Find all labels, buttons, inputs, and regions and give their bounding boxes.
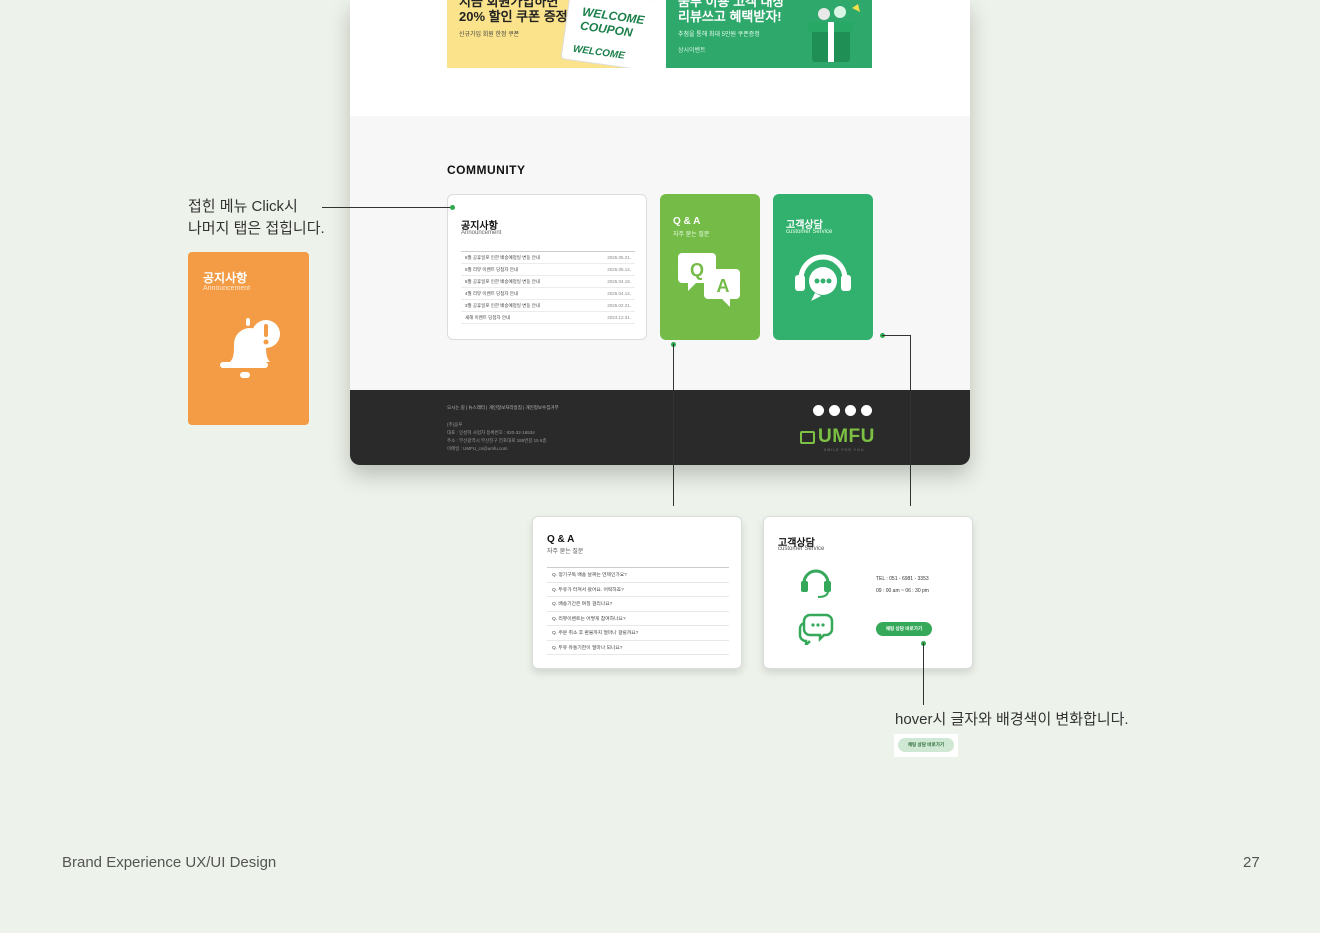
cs-subtitle: customer Service <box>786 229 833 235</box>
cs-card-expanded[interactable]: 고객상담 customer Service TEL : 051 - 6981 -… <box>763 516 973 669</box>
page-number: 27 <box>1243 854 1260 871</box>
gift-box-icon <box>808 4 860 62</box>
list-item[interactable]: 5월 공휴일로 인한 배송예정일 변동 안내 2025.04.18. <box>461 276 635 288</box>
annotation-line <box>910 335 911 506</box>
youtube-icon[interactable] <box>861 405 872 416</box>
annotation-line <box>673 344 674 506</box>
document-footer-title: Brand Experience UX/UI Design <box>62 854 277 871</box>
qa-title: Q & A <box>547 534 575 545</box>
footer-nav[interactable]: 오시는 길 | 뉴스레터 | 개인정보처리방침 | 개인정보수집거부 <box>447 405 559 411</box>
site-footer: 오시는 길 | 뉴스레터 | 개인정보처리방침 | 개인정보수집거부 (주)움푸… <box>350 390 970 465</box>
cs-subtitle: customer Service <box>778 546 825 552</box>
annotation-dot <box>450 205 455 210</box>
chat-consult-button-hover[interactable]: 채팅 상담 바로가기 <box>898 738 954 752</box>
list-item[interactable]: 4월 리뷰 이벤트 당첨자 안내 2025.04.12. <box>461 288 635 300</box>
facebook-icon[interactable] <box>829 405 840 416</box>
annotation-line <box>923 643 924 705</box>
instagram-icon[interactable] <box>813 405 824 416</box>
notice-card-expanded[interactable]: 공지사항 Announcement <box>188 252 309 425</box>
sns-links <box>813 405 872 416</box>
website-mockup: 지금 회원가입하면 20% 할인 쿠폰 증정 신규가입 회원 한정 쿠폰 WEL… <box>350 0 970 465</box>
list-item[interactable]: Q. 두유가 터져서 왔어요. 어떡하죠? <box>547 583 729 597</box>
annotation-line <box>882 335 910 336</box>
list-item[interactable]: Q. 정기구독 배송 날짜는 언제인가요? <box>547 568 729 583</box>
notice-list: 6월 공휴일로 인한 배송예정일 변동 안내 2025.05.21. 5월 리뷰 … <box>461 251 635 324</box>
banner-headline: 지금 회원가입하면 20% 할인 쿠폰 증정 <box>459 0 568 24</box>
banner-caption-2: 상시이벤트 <box>678 48 706 54</box>
qa-title: Q & A <box>673 216 701 227</box>
hover-annotation: hover시 글자와 배경색이 변화합니다. <box>895 711 1129 728</box>
qa-subtitle: 자주 묻는 질문 <box>547 549 584 555</box>
bell-alert-icon <box>220 318 280 378</box>
umfu-logo[interactable]: UMFU SMILE FOR YOU <box>800 426 875 452</box>
banner-caption: 추첨을 통해 최대 5만원 쿠폰증정 <box>678 32 760 38</box>
list-item[interactable]: 6월 공휴일로 인한 배송예정일 변동 안내 2025.05.21. <box>461 252 635 264</box>
notice-title: 공지사항 <box>203 271 248 285</box>
click-annotation: 접힌 메뉴 Click시 나머지 탭은 접힙니다. <box>188 198 325 237</box>
qa-bubbles-icon: Q A <box>678 253 740 307</box>
logo-mark-icon <box>800 430 815 444</box>
banner-headline: 움푸 이용 고객 대상 리뷰쓰고 혜택받자! <box>678 0 785 24</box>
twitter-icon[interactable] <box>845 405 856 416</box>
list-item[interactable]: Q. 리뷰이벤트는 어떻게 참여하나요? <box>547 612 729 626</box>
annotation-line <box>322 207 452 208</box>
notice-card[interactable]: 공지사항 Announcement 6월 공휴일로 인한 배송예정일 변동 안내… <box>447 194 647 340</box>
cs-card[interactable]: 고객상담 customer Service <box>773 194 873 340</box>
qa-card-expanded[interactable]: Q & A 자주 묻는 질문 Q. 정기구독 배송 날짜는 언제인가요? Q. … <box>532 516 742 669</box>
review-event-banner[interactable]: 움푸 이용 고객 대상 리뷰쓰고 혜택받자! 추첨을 통해 최대 5만원 쿠폰증… <box>666 0 872 68</box>
qa-list: Q. 정기구독 배송 날짜는 언제인가요? Q. 두유가 터져서 왔어요. 어떡… <box>547 567 729 655</box>
community-title: COMMUNITY <box>447 163 526 177</box>
qa-subtitle: 자주 묻는 질문 <box>673 232 710 238</box>
chat-consult-button[interactable]: 채팅 상담 바로가기 <box>876 622 932 636</box>
list-item[interactable]: 새해 이벤트 당첨자 안내 2024.12.31. <box>461 312 635 324</box>
list-item[interactable]: Q. 배송기간은 며칠 걸리나요? <box>547 597 729 612</box>
list-item[interactable]: 5월 리뷰 이벤트 당첨자 안내 2025.05.12. <box>461 264 635 276</box>
footer-company-info: (주)움푸 대표 : 민성혁 사업자 등록번호 : 820-32-16534 주… <box>447 422 547 451</box>
qa-card[interactable]: Q & A 자주 묻는 질문 Q A <box>660 194 760 340</box>
headset-icon <box>801 569 831 598</box>
banner-caption: 신규가입 회원 한정 쿠폰 <box>459 32 520 38</box>
cs-contact-info: TEL : 051 - 6981 - 3353 09 : 00 am ~ 06 … <box>876 576 929 594</box>
list-item[interactable]: 3월 공휴일로 인한 배송예정일 변동 안내 2025.02.21. <box>461 300 635 312</box>
hover-state-preview: 채팅 상담 바로가기 <box>894 734 958 757</box>
headset-chat-icon <box>795 254 851 301</box>
list-item[interactable]: Q. 주문 취소 후 환불까지 얼마나 걸릴까요? <box>547 626 729 641</box>
svg-text:A: A <box>717 276 730 296</box>
signup-coupon-banner[interactable]: 지금 회원가입하면 20% 할인 쿠폰 증정 신규가입 회원 한정 쿠폰 WEL… <box>447 0 654 68</box>
svg-text:Q: Q <box>690 260 704 280</box>
chat-bubbles-icon <box>798 613 834 645</box>
list-item[interactable]: Q. 두유 유통기한이 얼마나 되나요? <box>547 641 729 655</box>
notice-subtitle: Announcement <box>203 285 251 292</box>
coupon-illustration: WELCOME COUPON WELCOME <box>560 0 654 68</box>
notice-subtitle: Announcement <box>461 230 502 236</box>
